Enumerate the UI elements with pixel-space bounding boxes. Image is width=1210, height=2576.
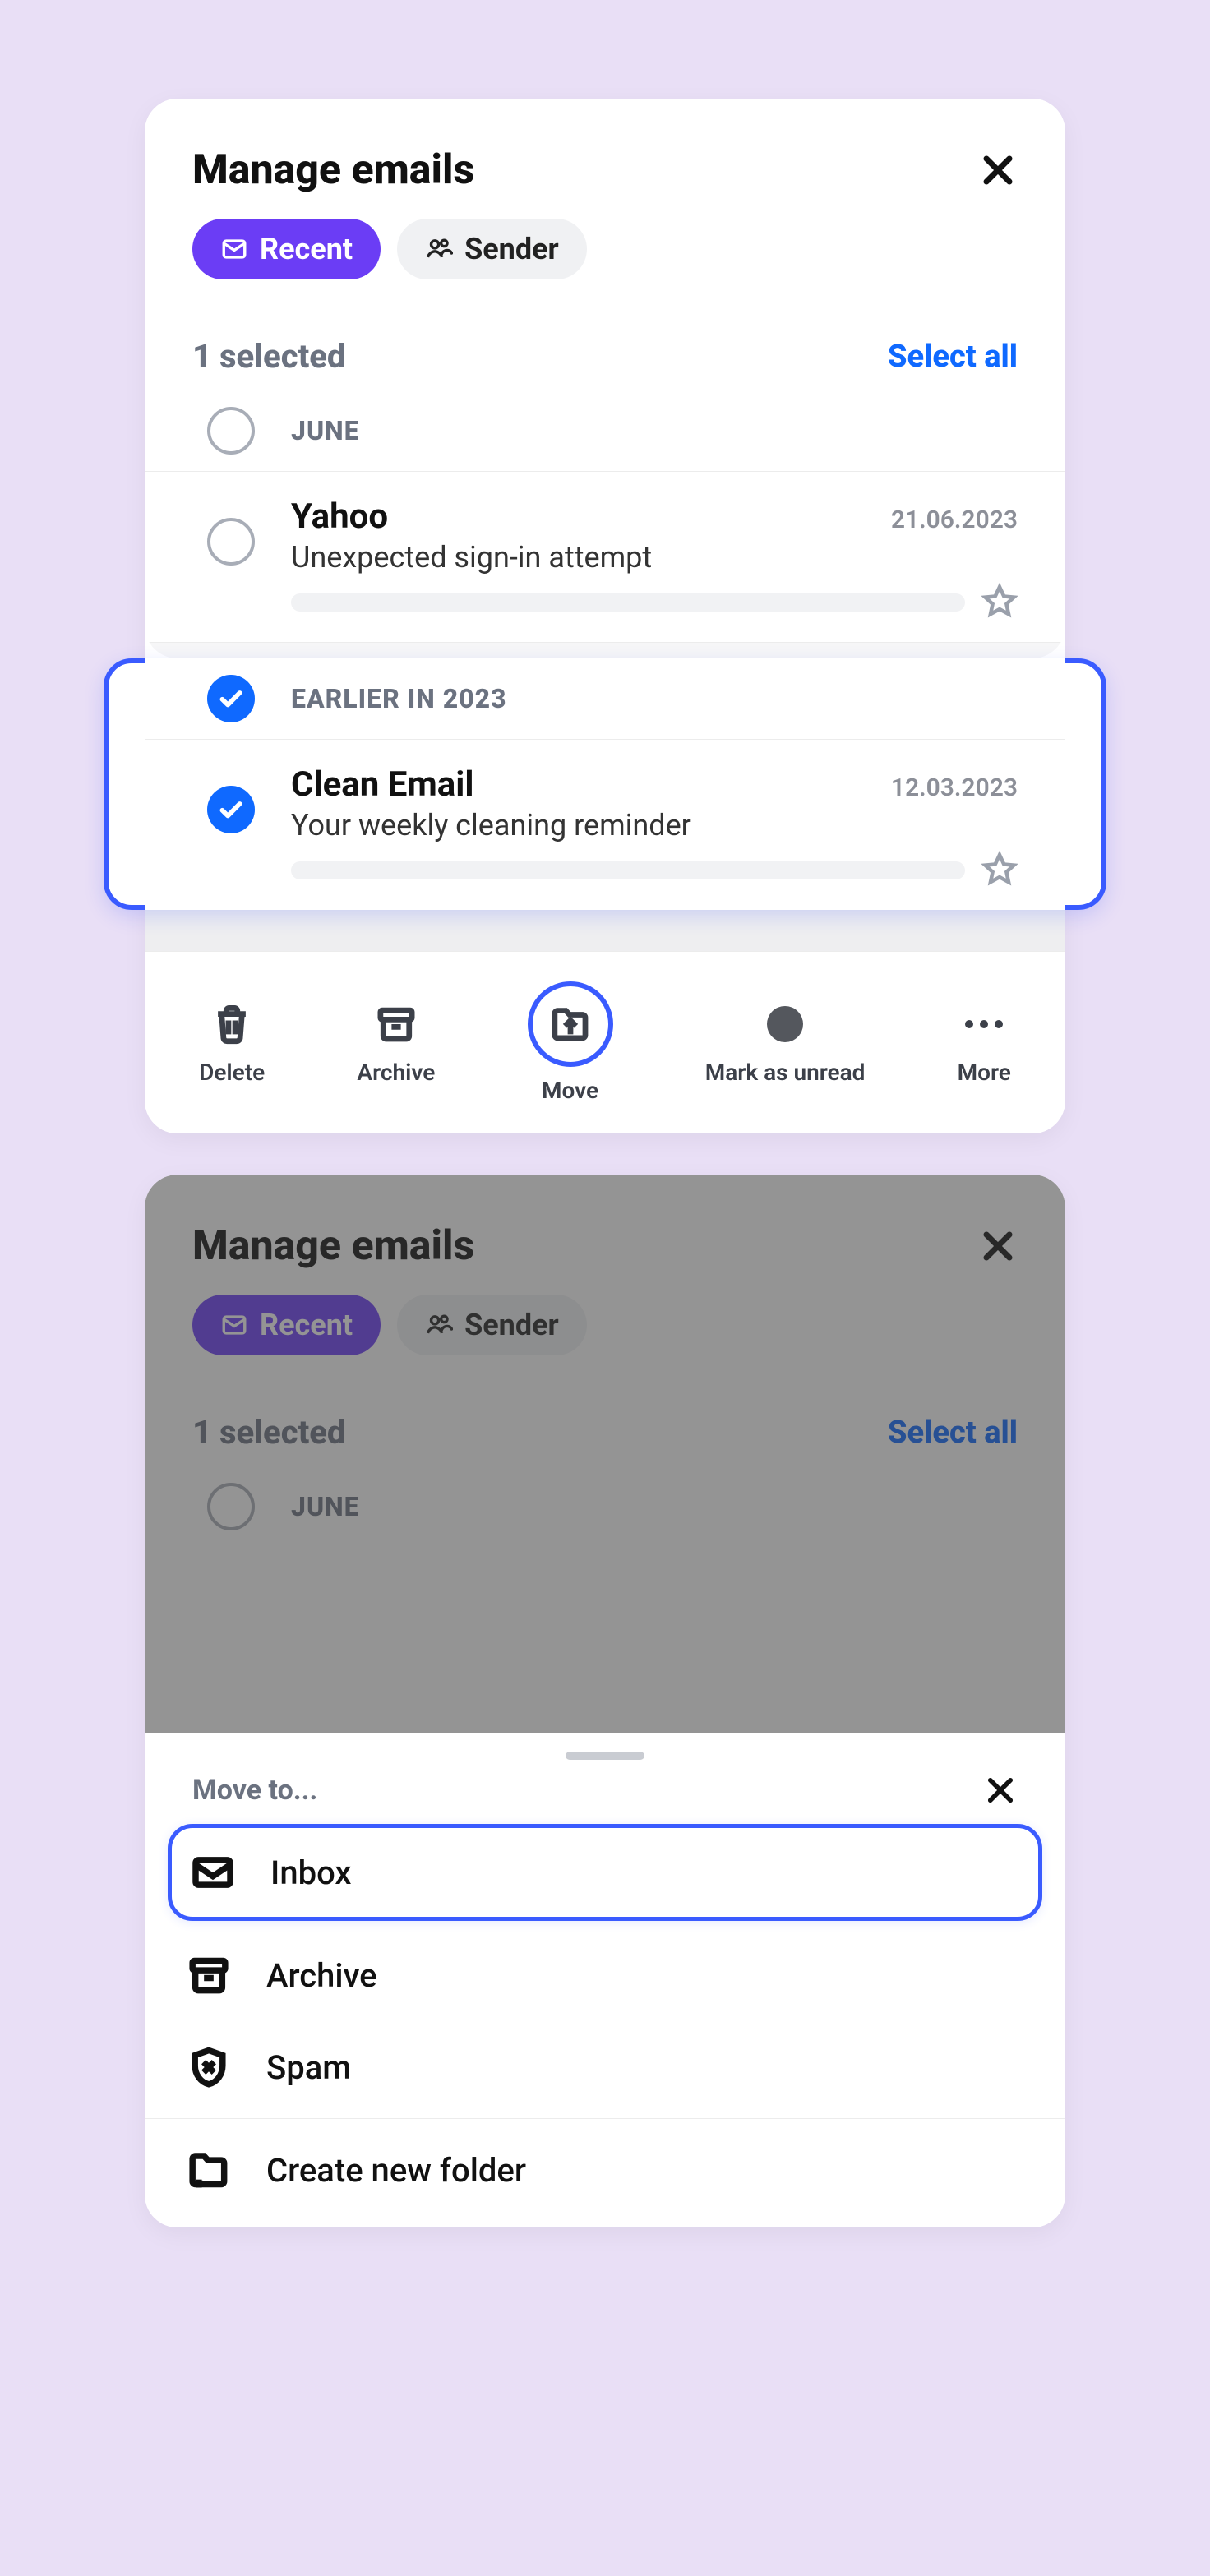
tab-recent[interactable]: Recent bbox=[192, 1295, 381, 1355]
dest-create-label: Create new folder bbox=[266, 2151, 526, 2190]
email-date: 12.03.2023 bbox=[891, 773, 1018, 802]
month-label: JUNE bbox=[291, 1491, 360, 1522]
sheet-title: Move to... bbox=[192, 1774, 317, 1807]
close-icon[interactable] bbox=[978, 1226, 1018, 1266]
tab-sender[interactable]: Sender bbox=[397, 219, 587, 279]
archive-icon bbox=[186, 1952, 232, 1998]
section-separator bbox=[145, 642, 1065, 658]
month-label: EARLIER IN 2023 bbox=[291, 683, 507, 714]
tab-recent-label: Recent bbox=[260, 1308, 353, 1342]
month-label: JUNE bbox=[291, 415, 360, 446]
delete-button[interactable]: Delete bbox=[199, 999, 265, 1086]
section-gap bbox=[145, 910, 1065, 951]
tab-recent-label: Recent bbox=[260, 232, 353, 266]
action-toolbar: Delete Archive Move Mar bbox=[145, 951, 1065, 1133]
archive-icon bbox=[372, 999, 421, 1049]
preview-placeholder bbox=[291, 861, 965, 879]
email-sender: Yahoo bbox=[291, 496, 388, 537]
shield-x-icon bbox=[186, 2044, 232, 2090]
sheet-separator bbox=[145, 2118, 1065, 2119]
email-row[interactable]: Clean Email 12.03.2023 Your weekly clean… bbox=[145, 740, 1065, 910]
dest-spam[interactable]: Spam bbox=[145, 2021, 1065, 2113]
new-folder-icon bbox=[186, 2147, 232, 2193]
move-highlight-ring bbox=[528, 981, 613, 1067]
checkbox-icon[interactable] bbox=[207, 1483, 255, 1530]
tab-sender-label: Sender bbox=[464, 1308, 559, 1342]
month-section-june[interactable]: JUNE bbox=[145, 1466, 1065, 1547]
move-label: Move bbox=[542, 1077, 598, 1104]
checkbox-checked-icon[interactable] bbox=[207, 786, 255, 833]
tab-recent[interactable]: Recent bbox=[192, 219, 381, 279]
dest-inbox[interactable]: Inbox bbox=[168, 1824, 1042, 1921]
checkbox-icon[interactable] bbox=[207, 518, 255, 566]
manage-emails-panel: Manage emails Recent Sender 1 selected S… bbox=[145, 99, 1065, 1133]
preview-placeholder bbox=[291, 593, 965, 612]
email-sender: Clean Email bbox=[291, 764, 473, 805]
close-icon[interactable] bbox=[978, 150, 1018, 190]
checkbox-checked-icon[interactable] bbox=[207, 675, 255, 722]
month-section-june[interactable]: JUNE bbox=[145, 390, 1065, 472]
tab-sender[interactable]: Sender bbox=[397, 1295, 587, 1355]
dest-archive-label: Archive bbox=[266, 1956, 377, 1995]
select-all-button[interactable]: Select all bbox=[888, 339, 1018, 375]
delete-label: Delete bbox=[199, 1059, 265, 1086]
email-subject: Your weekly cleaning reminder bbox=[291, 808, 1018, 843]
tab-sender-label: Sender bbox=[464, 232, 559, 266]
move-button[interactable]: Move bbox=[528, 981, 613, 1104]
more-dots-icon bbox=[959, 999, 1009, 1049]
dest-create-folder[interactable]: Create new folder bbox=[145, 2124, 1065, 2227]
sheet-drag-handle[interactable] bbox=[566, 1752, 644, 1760]
panel-title: Manage emails bbox=[192, 1222, 474, 1270]
checkbox-icon[interactable] bbox=[207, 407, 255, 455]
month-section-earlier[interactable]: EARLIER IN 2023 bbox=[145, 658, 1065, 740]
close-icon[interactable] bbox=[983, 1773, 1018, 1807]
star-icon[interactable] bbox=[981, 851, 1018, 890]
select-all-button[interactable]: Select all bbox=[888, 1415, 1018, 1451]
selected-count: 1 selected bbox=[192, 1413, 345, 1452]
email-subject: Unexpected sign-in attempt bbox=[291, 540, 1018, 575]
email-row[interactable]: Yahoo 21.06.2023 Unexpected sign-in atte… bbox=[145, 472, 1065, 642]
unread-label: Mark as unread bbox=[705, 1059, 866, 1086]
move-to-sheet: Move to... Inbox Archive Spam Create new… bbox=[145, 1752, 1065, 2227]
selected-email-highlight: EARLIER IN 2023 Clean Email 12.03.2023 Y… bbox=[145, 658, 1065, 910]
unread-dot-icon bbox=[760, 999, 810, 1049]
dest-inbox-label: Inbox bbox=[270, 1854, 351, 1892]
move-sheet-panel: Manage emails Recent Sender 1 selected S… bbox=[145, 1175, 1065, 2227]
mark-unread-button[interactable]: Mark as unread bbox=[705, 999, 866, 1086]
panel-title: Manage emails bbox=[192, 146, 474, 194]
email-date: 21.06.2023 bbox=[891, 506, 1018, 534]
archive-button[interactable]: Archive bbox=[357, 999, 435, 1086]
dest-archive[interactable]: Archive bbox=[145, 1929, 1065, 2021]
dest-spam-label: Spam bbox=[266, 2048, 351, 2087]
more-button[interactable]: More bbox=[958, 999, 1011, 1086]
more-label: More bbox=[958, 1059, 1011, 1086]
star-icon[interactable] bbox=[981, 583, 1018, 622]
selected-count: 1 selected bbox=[192, 337, 345, 376]
inbox-icon bbox=[190, 1849, 236, 1895]
trash-icon bbox=[207, 999, 256, 1049]
archive-label: Archive bbox=[357, 1059, 435, 1086]
move-folder-icon bbox=[546, 999, 595, 1049]
